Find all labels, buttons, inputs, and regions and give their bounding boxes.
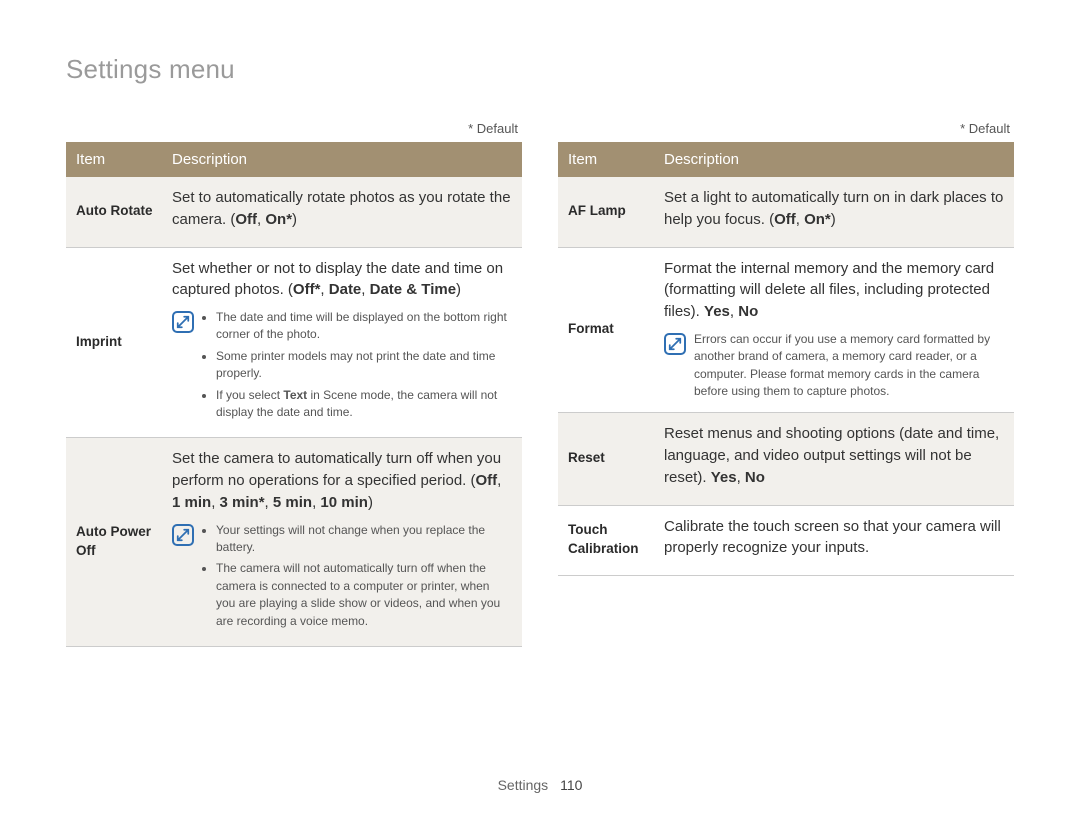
page-title: Settings menu [66, 54, 1014, 85]
desc-text: Calibrate the touch screen so that your … [664, 518, 1001, 557]
note-box: The date and time will be displayed on t… [172, 309, 512, 425]
note-item: Your settings will not change when you r… [216, 522, 512, 557]
item-auto-rotate: Auto Rotate [66, 177, 162, 247]
note-item: Some printer models may not print the da… [216, 348, 512, 383]
footer-page-number: 110 [560, 777, 582, 793]
desc-auto-rotate: Set to automatically rotate photos as yo… [162, 177, 522, 247]
note-item: The camera will not automatically turn o… [216, 560, 512, 630]
desc-imprint: Set whether or not to display the date a… [162, 247, 522, 438]
note-box: Your settings will not change when you r… [172, 522, 512, 634]
two-column-layout: * Default Item Description Auto Rotate S… [66, 121, 1014, 647]
note-text: Errors can occur if you use a memory car… [694, 331, 1004, 401]
note-item: If you select Text in Scene mode, the ca… [216, 387, 512, 422]
table-row: Reset Reset menus and shooting options (… [558, 413, 1014, 505]
note-icon [172, 311, 194, 333]
table-row: Imprint Set whether or not to display th… [66, 247, 522, 438]
desc-touch-calibration: Calibrate the touch screen so that your … [654, 505, 1014, 576]
left-column: * Default Item Description Auto Rotate S… [66, 121, 522, 647]
table-row: Auto Rotate Set to automatically rotate … [66, 177, 522, 247]
desc-text: Set the camera to automatically turn off… [172, 450, 501, 489]
item-auto-power-off: Auto Power Off [66, 438, 162, 647]
table-row: Format Format the internal memory and th… [558, 247, 1014, 413]
desc-af-lamp: Set a light to automatically turn on in … [654, 177, 1014, 247]
desc-reset: Reset menus and shooting options (date a… [654, 413, 1014, 505]
item-imprint: Imprint [66, 247, 162, 438]
table-row: AF Lamp Set a light to automatically tur… [558, 177, 1014, 247]
page-footer: Settings 110 [0, 777, 1080, 793]
header-item: Item [66, 142, 162, 177]
item-af-lamp: AF Lamp [558, 177, 654, 247]
desc-auto-power-off: Set the camera to automatically turn off… [162, 438, 522, 647]
note-list: The date and time will be displayed on t… [202, 309, 512, 425]
note-list: Your settings will not change when you r… [202, 522, 512, 634]
desc-text: Set a light to automatically turn on in … [664, 189, 1003, 228]
note-box: Errors can occur if you use a memory car… [664, 331, 1004, 401]
item-reset: Reset [558, 413, 654, 505]
desc-text: Set to automatically rotate photos as yo… [172, 189, 511, 228]
manual-page: Settings menu * Default Item Description… [0, 0, 1080, 815]
header-description: Description [162, 142, 522, 177]
note-item: The date and time will be displayed on t… [216, 309, 512, 344]
table-row: Touch Calibration Calibrate the touch sc… [558, 505, 1014, 576]
right-column: * Default Item Description AF Lamp Set a… [558, 121, 1014, 647]
settings-table-right: Item Description AF Lamp Set a light to … [558, 142, 1014, 576]
default-note-left: * Default [66, 121, 518, 136]
header-item: Item [558, 142, 654, 177]
settings-table-left: Item Description Auto Rotate Set to auto… [66, 142, 522, 647]
item-format: Format [558, 247, 654, 413]
header-description: Description [654, 142, 1014, 177]
default-note-right: * Default [558, 121, 1010, 136]
note-icon [172, 524, 194, 546]
footer-section: Settings [498, 777, 549, 793]
table-row: Auto Power Off Set the camera to automat… [66, 438, 522, 647]
note-icon [664, 333, 686, 355]
desc-format: Format the internal memory and the memor… [654, 247, 1014, 413]
item-touch-calibration: Touch Calibration [558, 505, 654, 576]
